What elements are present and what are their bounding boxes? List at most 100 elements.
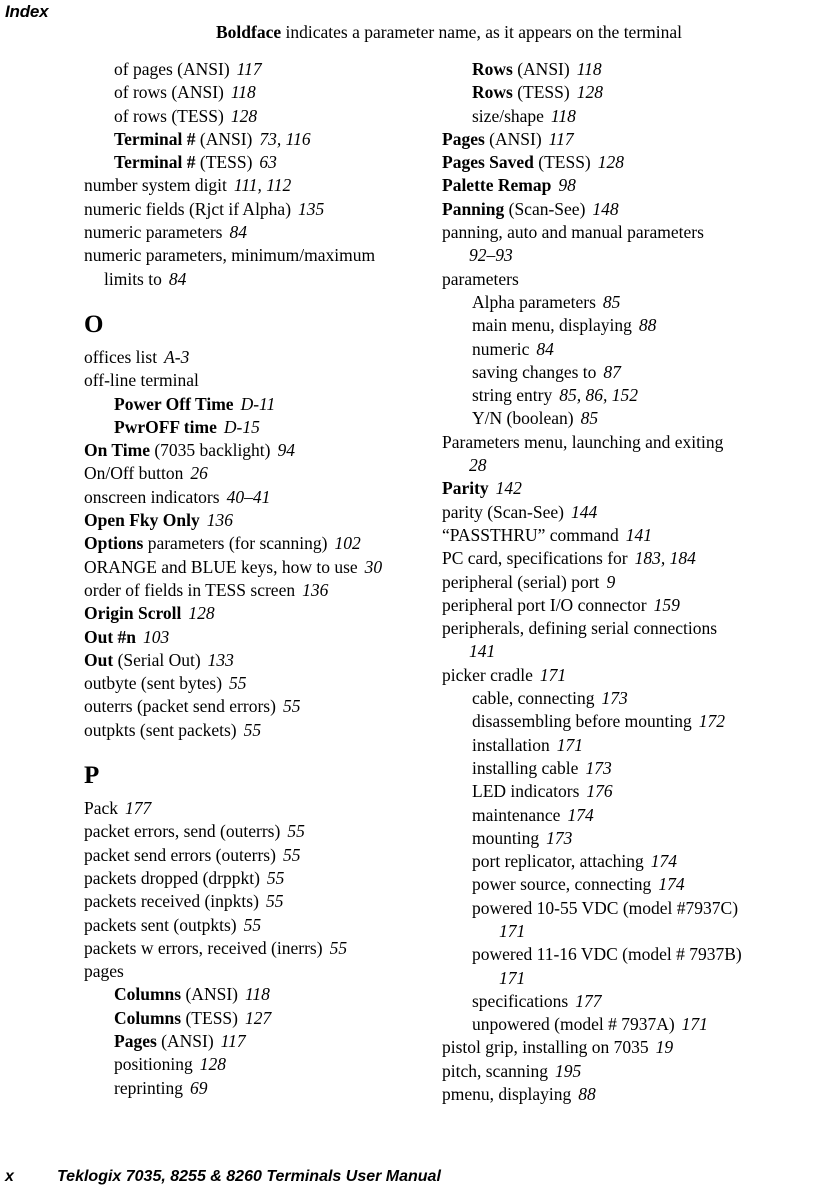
- entry-page-numbers: 142: [495, 478, 522, 499]
- entry-page-numbers: 92–93: [469, 245, 513, 266]
- entry-page-numbers: D-11: [240, 393, 276, 414]
- entry-page-numbers: 111, 112: [233, 175, 292, 196]
- index-entry: numeric fields (Rjct if Alpha) 135: [64, 198, 429, 221]
- entry-term: installing cable: [472, 757, 579, 778]
- entry-page-numbers: 173: [585, 757, 612, 778]
- index-entry: outbyte (sent bytes) 55: [64, 672, 429, 695]
- entry-term-bold: Palette Remap: [442, 175, 552, 196]
- entry-page-numbers: 85: [580, 408, 599, 429]
- entry-page-numbers: 159: [653, 594, 680, 615]
- entry-term: (ANSI): [181, 984, 238, 1005]
- entry-page-numbers: 127: [244, 1007, 272, 1028]
- entry-page-numbers: 135: [298, 198, 325, 219]
- entry-term: (7035 backlight): [149, 440, 271, 461]
- index-entry: packet errors, send (outerrs) 55: [64, 820, 429, 843]
- entry-page-numbers: 55: [329, 937, 348, 958]
- entry-term: outbyte (sent bytes): [84, 673, 223, 694]
- entry-term: maintenance: [472, 804, 561, 825]
- entry-page-numbers: 94: [277, 440, 296, 461]
- entry-page-numbers: 85: [602, 291, 621, 312]
- entry-page-numbers: 183, 184: [634, 548, 696, 569]
- index-entry: cable, connecting 173: [452, 687, 787, 710]
- index-entry: power source, connecting 174: [452, 873, 787, 896]
- entry-page-numbers: 171: [539, 664, 567, 685]
- index-entry: of pages (ANSI) 117: [94, 58, 429, 81]
- entry-term: unpowered (model # 7937A): [472, 1014, 675, 1035]
- entry-term: specifications: [472, 990, 569, 1011]
- entry-term: size/shape: [472, 105, 544, 126]
- index-entry: Out #n 103: [64, 626, 429, 649]
- entry-page-numbers: 128: [199, 1054, 227, 1075]
- index-entry: Pack 177: [64, 797, 429, 820]
- entry-page-numbers: 55: [243, 914, 262, 935]
- index-entry: specifications 177: [452, 990, 787, 1013]
- entry-page-numbers: 9: [606, 571, 616, 592]
- entry-page-numbers: 128: [597, 152, 624, 173]
- entry-page-numbers: 128: [576, 82, 603, 103]
- index-entry: number system digit 111, 112: [64, 174, 429, 197]
- index-entry: peripheral (serial) port 9: [422, 571, 787, 594]
- entry-term: mounting: [472, 827, 540, 848]
- index-entry: Parameters menu, launching and exiting 28: [422, 431, 787, 478]
- entry-page-numbers: 84: [536, 338, 554, 359]
- index-entry: peripherals, defining serial connections…: [422, 617, 787, 664]
- entry-term: numeric: [472, 338, 530, 359]
- entry-term: order of fields in TESS screen: [84, 579, 296, 600]
- entry-term: pages: [84, 961, 124, 982]
- entry-page-numbers: 171: [681, 1014, 708, 1035]
- entry-page-numbers: 141: [469, 641, 496, 662]
- entry-term-bold: Terminal #: [114, 128, 196, 149]
- entry-page-numbers: 55: [282, 696, 301, 717]
- index-entry: Alpha parameters 85: [452, 291, 787, 314]
- entry-term: parameters (for scanning): [143, 533, 328, 554]
- index-entry: outpkts (sent packets) 55: [64, 719, 429, 742]
- entry-term: numeric fields (Rjct if Alpha): [84, 198, 292, 219]
- entry-term: main menu, displaying: [472, 315, 632, 336]
- index-entry: of rows (TESS) 128: [94, 105, 429, 128]
- entry-page-numbers: 171: [499, 967, 526, 988]
- index-entry: Origin Scroll 128: [64, 602, 429, 625]
- entry-page-numbers: 128: [188, 603, 215, 624]
- entry-term: (TESS): [181, 1007, 238, 1028]
- entry-page-numbers: 117: [548, 128, 574, 149]
- index-entry: numeric 84: [452, 338, 787, 361]
- entry-term: (ANSI): [195, 128, 253, 149]
- entry-term: (TESS): [533, 152, 591, 173]
- index-entry: installation 171: [452, 734, 787, 757]
- entry-page-numbers: 118: [550, 105, 576, 126]
- entry-term: outpkts (sent packets): [84, 719, 237, 740]
- entry-term: of pages (ANSI): [114, 59, 230, 79]
- entry-term: offices list: [84, 346, 158, 367]
- index-entry: packets dropped (drppkt) 55: [64, 867, 429, 890]
- entry-page-numbers: 28: [469, 455, 487, 476]
- index-entry: pistol grip, installing on 7035 19: [422, 1036, 787, 1059]
- index-entry: Palette Remap 98: [422, 174, 787, 197]
- entry-term: Parameters menu, launching and exiting: [442, 431, 724, 452]
- index-entry: pitch, scanning 195: [422, 1060, 787, 1083]
- entry-term: saving changes to: [472, 361, 597, 382]
- index-entry: reprinting 69: [94, 1077, 429, 1100]
- index-entry: of rows (ANSI) 118: [94, 81, 429, 104]
- entry-page-numbers: 136: [206, 510, 233, 531]
- index-entry: string entry 85, 86, 152: [452, 384, 787, 407]
- entry-term: outerrs (packet send errors): [84, 696, 276, 717]
- entry-term: (Serial Out): [113, 649, 201, 670]
- entry-page-numbers: 40–41: [226, 486, 271, 507]
- entry-page-numbers: 84: [168, 268, 187, 289]
- entry-page-numbers: 69: [190, 1077, 208, 1098]
- entry-page-numbers: 118: [576, 59, 602, 79]
- entry-term: packets sent (outpkts): [84, 914, 237, 935]
- entry-term: “PASSTHRU” command: [442, 524, 619, 545]
- entry-page-numbers: 173: [601, 688, 628, 709]
- entry-page-numbers: 55: [282, 844, 301, 865]
- entry-term: port replicator, attaching: [472, 851, 644, 872]
- entry-term-bold: PwrOFF time: [114, 416, 217, 437]
- entry-term: positioning: [114, 1054, 193, 1075]
- entry-page-numbers: 174: [650, 851, 678, 872]
- index-entry: Power Off Time D-11: [94, 393, 429, 416]
- entry-page-numbers: 171: [499, 920, 526, 941]
- index-entry: numeric parameters, minimum/maximum limit…: [64, 244, 429, 291]
- index-entry: “PASSTHRU” command 141: [422, 524, 787, 547]
- entry-term: cable, connecting: [472, 688, 595, 709]
- entry-term: of rows (ANSI): [114, 82, 224, 103]
